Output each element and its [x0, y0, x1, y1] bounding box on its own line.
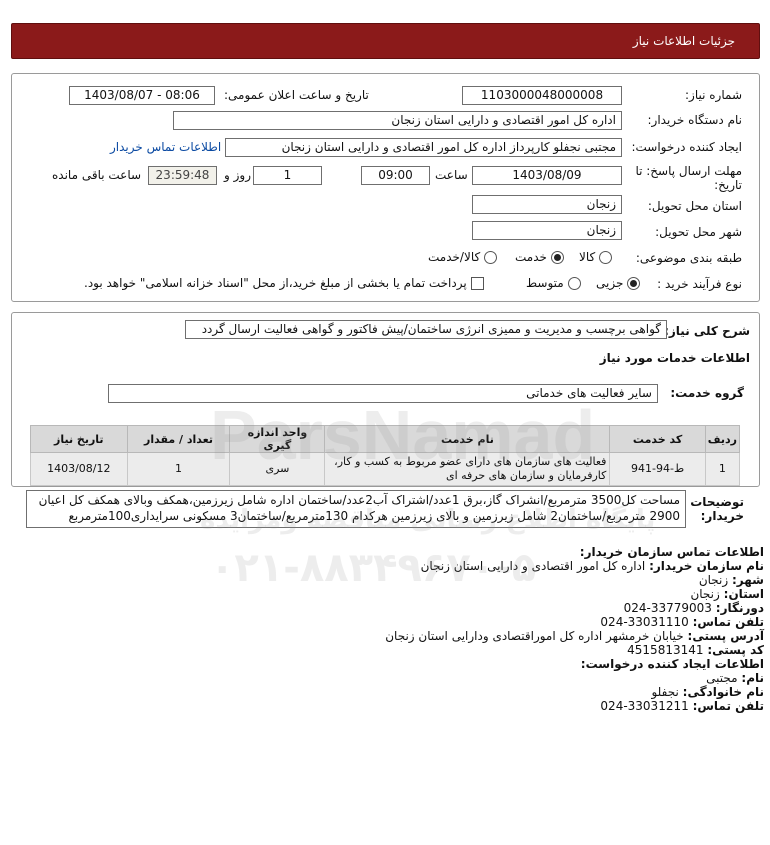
buyer-notes-label-2: خریدار: [700, 509, 744, 523]
category-option-goods-service[interactable]: کالا/خدمت [428, 250, 498, 264]
contact-phone: تلفن تماس: 024-33031110 [600, 615, 764, 629]
requester-label: ایجاد کننده درخواست: [631, 140, 742, 154]
category-service-radio[interactable] [550, 250, 564, 264]
deadline-date-label: تاریخ: [714, 178, 742, 192]
col-unit: واحد اندازه گیری [229, 425, 326, 453]
contact-heading: اطلاعات تماس سازمان خریدار: [579, 545, 764, 559]
delivery-province-label: استان محل تحویل: [647, 199, 742, 213]
creator-last-name: نام خانوادگی: نجفلو [651, 685, 764, 699]
need-number-field[interactable]: 1103000048000008 [462, 86, 622, 105]
need-number-label: شماره نیاز: [685, 88, 742, 102]
service-group-field[interactable]: سایر فعالیت های خدماتی [108, 384, 658, 403]
services-table: ردیف کد خدمت نام خدمت واحد اندازه گیری ت… [30, 425, 741, 486]
buyer-notes-label-1: توضیحات [690, 495, 744, 509]
contact-address: آدرس پستی: خیابان خرمشهر اداره کل اموراق… [385, 629, 764, 643]
delivery-city-label: شهر محل تحویل: [655, 225, 742, 239]
cell-service-name: فعالیت های سازمان های دارای عضو مربوط به… [324, 452, 611, 486]
creator-first-name: نام: مجتبی [706, 671, 764, 685]
deadline-date-field[interactable]: 1403/08/09 [472, 166, 622, 185]
treasury-option[interactable]: پرداخت تمام یا بخشی از مبلغ خرید،از محل … [84, 276, 484, 290]
time-left-label: ساعت باقی مانده [52, 168, 142, 182]
page-header: جزئیات اطلاعات نیاز [11, 23, 760, 59]
deadline-hour-field[interactable]: 09:00 [361, 166, 430, 185]
col-quantity: تعداد / مقدار [126, 425, 231, 453]
buyer-notes-field[interactable]: مساحت کل3500 مترمربع/انشراک گاز،برق 1عدد… [26, 490, 686, 528]
purchase-medium-radio[interactable] [567, 276, 581, 290]
table-row[interactable]: 1 ط-94-941 فعالیت های سازمان های دارای ع… [30, 452, 741, 486]
contact-province: استان: زنجان [690, 587, 764, 601]
buyer-contact-link[interactable]: اطلاعات تماس خریدار [110, 140, 221, 154]
contact-org: نام سازمان خریدار: اداره کل امور اقتصادی… [420, 559, 764, 573]
contact-postal: کد پستی: 4515813141 [627, 643, 764, 657]
cell-unit: سری [229, 452, 326, 486]
services-info-heading: اطلاعات خدمات مورد نیاز [599, 351, 750, 365]
treasury-checkbox[interactable] [470, 276, 484, 290]
announce-datetime-label: تاریخ و ساعت اعلان عمومی: [224, 88, 369, 102]
deadline-label: مهلت ارسال پاسخ: تا [635, 164, 742, 178]
delivery-province-field[interactable]: زنجان [472, 195, 622, 214]
general-desc-field[interactable]: گواهی برچسب و مدیریت و ممیزی انرژی ساختم… [185, 320, 667, 339]
col-need-date: تاریخ نیاز [30, 425, 128, 453]
requester-field[interactable]: مجتبی نجفلو کارپرداز اداره کل امور اقتصا… [225, 138, 622, 157]
category-option-goods[interactable]: کالا [579, 250, 613, 264]
col-service-name: نام خدمت [324, 425, 611, 453]
category-goods-service-radio[interactable] [484, 250, 498, 264]
category-option-service[interactable]: خدمت [515, 250, 564, 264]
cell-row-no: 1 [704, 452, 741, 486]
buyer-org-label: نام دستگاه خریدار: [647, 113, 743, 127]
contact-fax: دورنگار: 024-33779003 [623, 601, 764, 615]
time-left-field: 23:59:48 [148, 166, 217, 185]
deadline-hour-label: ساعت [435, 168, 468, 182]
creator-heading: اطلاعات ایجاد کننده درخواست: [580, 657, 764, 671]
purchase-minor-radio[interactable] [627, 276, 641, 290]
col-service-code: کد خدمت [609, 425, 706, 453]
delivery-city-field[interactable]: زنجان [472, 221, 622, 240]
col-row-no: ردیف [704, 425, 741, 453]
services-table-header: ردیف کد خدمت نام خدمت واحد اندازه گیری ت… [30, 425, 741, 453]
buyer-org-field[interactable]: اداره کل امور اقتصادی و دارایی استان زنج… [173, 111, 622, 130]
days-label: روز و [224, 168, 251, 182]
purchase-option-minor[interactable]: جزیی [596, 276, 641, 290]
announce-datetime-field[interactable]: 1403/08/07 - 08:06 [69, 86, 215, 105]
creator-phone: تلفن تماس: 024-33031211 [600, 699, 764, 713]
days-field[interactable]: 1 [253, 166, 322, 185]
page-title: جزئیات اطلاعات نیاز [632, 34, 735, 48]
need-info-panel [11, 73, 760, 302]
service-group-label: گروه خدمت: [670, 386, 744, 400]
category-goods-radio[interactable] [599, 250, 613, 264]
purchase-type-label: نوع فرآیند خرید : [657, 277, 742, 291]
cell-service-code: ط-94-941 [609, 452, 706, 486]
general-desc-label: شرح کلی نیاز: [664, 324, 750, 338]
cell-need-date: 1403/08/12 [30, 452, 128, 486]
contact-city: شهر: زنجان [698, 573, 764, 587]
category-label: طبقه بندی موضوعی: [635, 251, 742, 265]
purchase-option-medium[interactable]: متوسط [526, 276, 581, 290]
cell-quantity: 1 [126, 452, 231, 486]
